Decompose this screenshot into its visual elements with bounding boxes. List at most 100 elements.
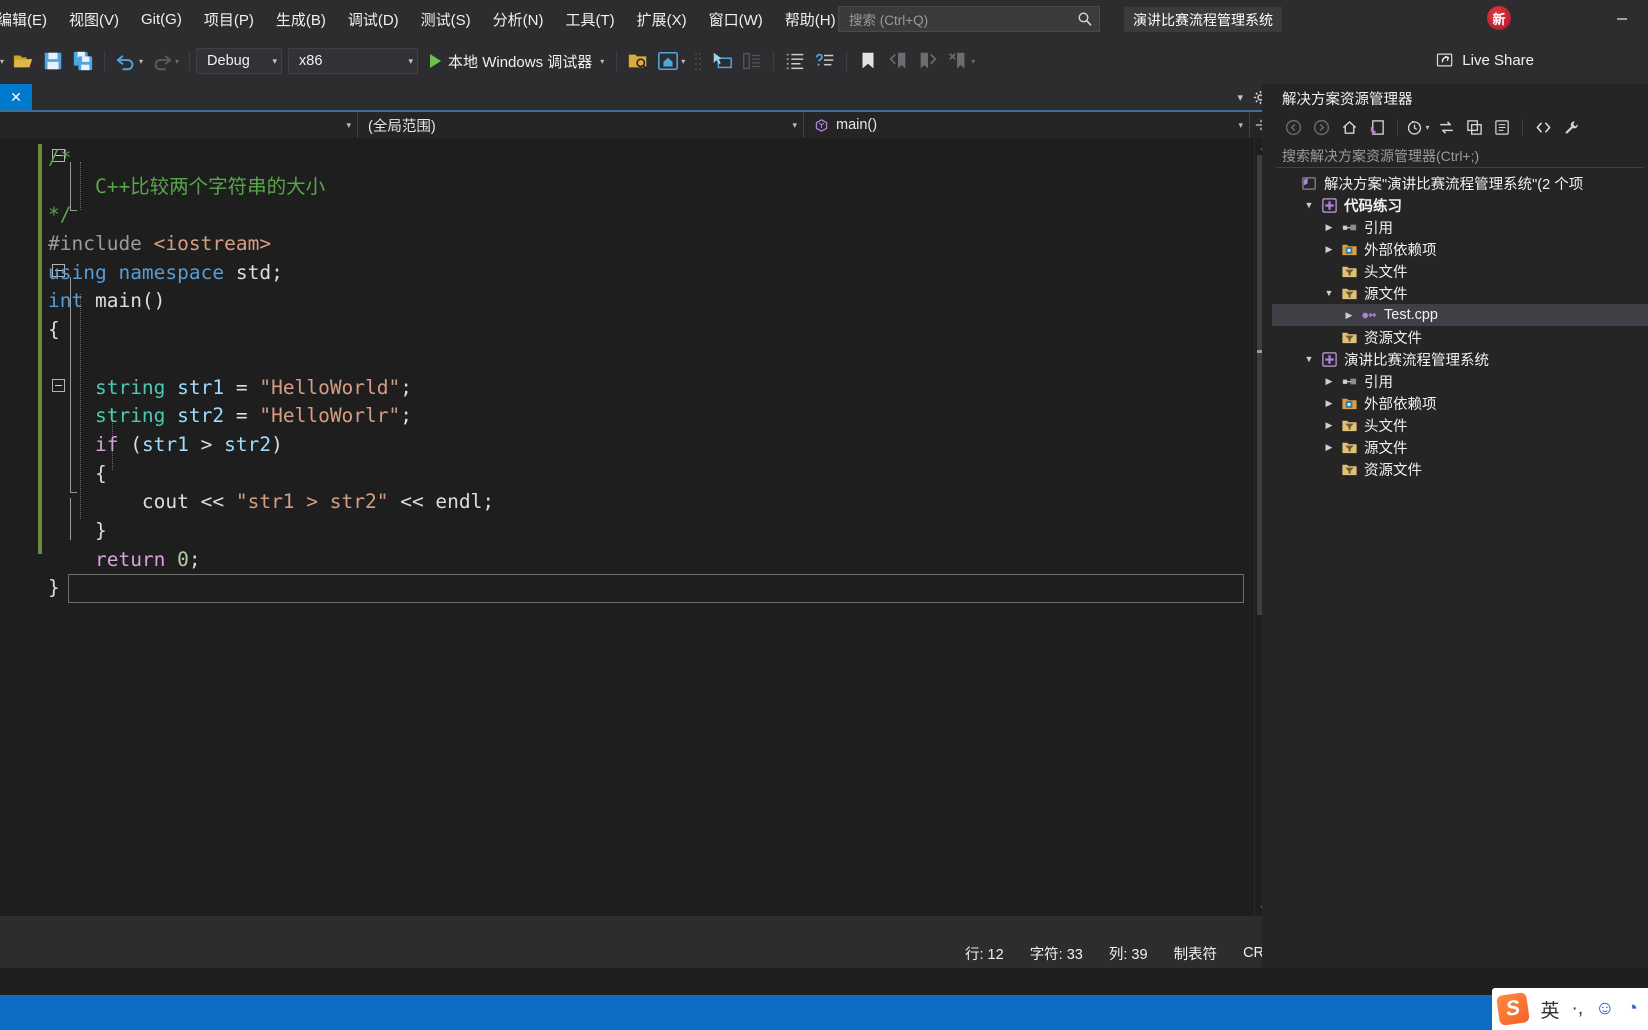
active-document-tab[interactable]: ✕ xyxy=(0,84,32,110)
collapse-arrow-icon[interactable]: ▶ xyxy=(1318,392,1340,414)
solution-config-dropdown[interactable]: Debug ▾ xyxy=(196,48,283,74)
menu-item-7[interactable]: 分析(N) xyxy=(482,3,555,36)
tree-item-0[interactable]: 解决方案"演讲比赛流程管理系统"(2 个项 xyxy=(1272,172,1648,194)
navbar-scope-dropdown[interactable]: (全局范围) ▾ xyxy=(358,112,804,138)
navigate-backward-button[interactable] xyxy=(707,45,737,77)
refresh-button[interactable] xyxy=(1433,115,1459,139)
code-line[interactable]: */ xyxy=(48,201,494,230)
live-share-button[interactable]: Live Share xyxy=(1429,45,1540,75)
tree-item-6[interactable]: ▶ Test.cpp xyxy=(1272,304,1648,326)
expand-arrow-icon[interactable]: ▼ xyxy=(1298,348,1320,370)
find-in-files-button[interactable] xyxy=(623,45,653,77)
menu-item-8[interactable]: 工具(T) xyxy=(554,3,625,36)
chevron-down-icon[interactable]: ▾ xyxy=(1233,91,1247,104)
tree-item-5[interactable]: ▼ 源文件 xyxy=(1272,282,1648,304)
collapse-arrow-icon[interactable]: ▶ xyxy=(1318,238,1340,260)
solution-platform-dropdown[interactable]: x86 ▾ xyxy=(288,48,419,74)
code-text[interactable]: /* C++比较两个字符串的大小 */#include <iostream> usi… xyxy=(48,144,494,603)
menu-item-3[interactable]: 项目(P) xyxy=(193,3,265,36)
tree-item-1[interactable]: ▼ 代码练习 xyxy=(1272,194,1648,216)
redo-button[interactable]: ▾ xyxy=(147,45,183,77)
back-button[interactable] xyxy=(1280,115,1306,139)
expand-arrow-icon[interactable]: ▼ xyxy=(1298,194,1320,216)
collapse-arrow-icon[interactable]: ▶ xyxy=(1338,304,1360,326)
solution-explorer-tree[interactable]: 解决方案"演讲比赛流程管理系统"(2 个项 ▼ 代码练习 ▶ 引用 ▶ 外部依赖项 头文件 ▼ 源… xyxy=(1272,172,1648,968)
code-line[interactable]: string str2 = "HelloWorlr"; xyxy=(48,402,494,431)
code-line[interactable]: cout << "str1 > str2" << endl; xyxy=(48,488,494,517)
previous-bookmark-button[interactable] xyxy=(883,45,913,77)
tree-item-3[interactable]: ▶ 外部依赖项 xyxy=(1272,238,1648,260)
code-line[interactable]: } xyxy=(48,574,494,603)
tree-item-12[interactable]: ▶ 源文件 xyxy=(1272,436,1648,458)
new-feature-badge[interactable]: 新 xyxy=(1487,6,1511,30)
code-line[interactable]: using namespace std; xyxy=(48,259,494,288)
save-button[interactable] xyxy=(38,45,68,77)
code-line[interactable]: { xyxy=(48,460,494,489)
tree-item-13[interactable]: 资源文件 xyxy=(1272,458,1648,480)
status-tabs[interactable]: 制表符 xyxy=(1174,943,1218,964)
code-line[interactable]: string str1 = "HelloWorld"; xyxy=(48,374,494,403)
code-line[interactable]: int main() xyxy=(48,287,494,316)
tree-item-10[interactable]: ▶ 外部依赖项 xyxy=(1272,392,1648,414)
next-bookmark-button[interactable] xyxy=(913,45,943,77)
undo-button[interactable]: ▾ xyxy=(111,45,147,77)
menu-item-4[interactable]: 生成(B) xyxy=(265,3,337,36)
dock-splitter[interactable] xyxy=(1262,84,1272,968)
ime-punctuation-toggle[interactable]: ·, xyxy=(1572,998,1584,1020)
tree-item-8[interactable]: ▼ 演讲比赛流程管理系统 xyxy=(1272,348,1648,370)
code-line[interactable]: { xyxy=(48,316,494,345)
menu-item-1[interactable]: 视图(V) xyxy=(58,3,130,36)
view-code-button[interactable] xyxy=(1530,115,1556,139)
home-button[interactable] xyxy=(1336,115,1362,139)
code-line[interactable]: #include <iostream> xyxy=(48,230,494,259)
save-all-button[interactable] xyxy=(68,45,98,77)
clear-bookmarks-button[interactable]: ▾ xyxy=(943,45,979,77)
comment-selection-button[interactable] xyxy=(780,45,810,77)
toggle-bookmark-button[interactable] xyxy=(853,45,883,77)
pending-changes-button[interactable]: ▾ xyxy=(1405,115,1431,139)
collapse-arrow-icon[interactable]: ▶ xyxy=(1318,414,1340,436)
toolbar-overflow-left[interactable]: ▾ xyxy=(0,45,8,77)
uncomment-selection-button[interactable] xyxy=(810,45,840,77)
collapse-arrow-icon[interactable]: ▶ xyxy=(1318,216,1340,238)
tree-item-11[interactable]: ▶ 头文件 xyxy=(1272,414,1648,436)
menu-item-9[interactable]: 扩展(X) xyxy=(626,3,698,36)
ime-toolbar[interactable]: S 英 ·, ☺ ◔ xyxy=(1492,988,1648,1030)
solution-explorer-search-input[interactable]: 搜索解决方案资源管理器(Ctrl+;) xyxy=(1276,144,1644,168)
quick-search-box[interactable]: 搜索 (Ctrl+Q) xyxy=(838,6,1100,32)
menu-item-6[interactable]: 测试(S) xyxy=(410,3,482,36)
forward-button[interactable] xyxy=(1308,115,1334,139)
glyph-margin[interactable] xyxy=(0,138,38,916)
navbar-member-dropdown[interactable]: main() ▾ xyxy=(804,112,1250,138)
collapse-arrow-icon[interactable]: ▶ xyxy=(1318,370,1340,392)
code-line[interactable]: /* xyxy=(48,144,494,173)
ime-emoji-button[interactable]: ☺ xyxy=(1595,998,1614,1020)
code-line[interactable]: if (str1 > str2) xyxy=(48,431,494,460)
tree-item-9[interactable]: ▶ 引用 xyxy=(1272,370,1648,392)
open-folder-button[interactable] xyxy=(8,45,38,77)
start-debugging-button[interactable]: 本地 Windows 调试器 ▾ xyxy=(424,46,610,76)
code-line[interactable]: C++比较两个字符串的大小 xyxy=(48,173,494,202)
collapse-all-button[interactable] xyxy=(1461,115,1487,139)
sogou-logo-icon[interactable]: S xyxy=(1496,992,1531,1026)
code-line[interactable]: return 0; xyxy=(48,546,494,575)
menu-item-5[interactable]: 调试(D) xyxy=(337,3,410,36)
split-window-button[interactable] xyxy=(737,45,767,77)
menu-item-2[interactable]: Git(G) xyxy=(130,5,193,34)
menu-item-10[interactable]: 窗口(W) xyxy=(698,3,774,36)
sync-with-active-document-button[interactable] xyxy=(1364,115,1390,139)
navbar-project-dropdown[interactable]: ▾ xyxy=(0,112,358,138)
collapse-arrow-icon[interactable]: ▶ xyxy=(1318,436,1340,458)
menu-item-0[interactable]: 编辑(E) xyxy=(0,3,58,36)
menu-item-11[interactable]: 帮助(H) xyxy=(774,3,847,36)
ime-mode-toggle[interactable]: 英 xyxy=(1540,996,1559,1023)
preview-window-button[interactable]: ▾ xyxy=(653,45,689,77)
show-all-files-button[interactable] xyxy=(1489,115,1515,139)
ime-toolbox-button[interactable]: ◔ xyxy=(1627,998,1638,1020)
close-icon[interactable]: ✕ xyxy=(10,90,22,104)
properties-button[interactable] xyxy=(1558,115,1584,139)
minimize-button[interactable] xyxy=(1600,4,1644,34)
code-editor[interactable]: /* C++比较两个字符串的大小 */#include <iostream> usi… xyxy=(0,138,1272,916)
code-line[interactable]: } xyxy=(48,517,494,546)
tree-item-7[interactable]: 资源文件 xyxy=(1272,326,1648,348)
